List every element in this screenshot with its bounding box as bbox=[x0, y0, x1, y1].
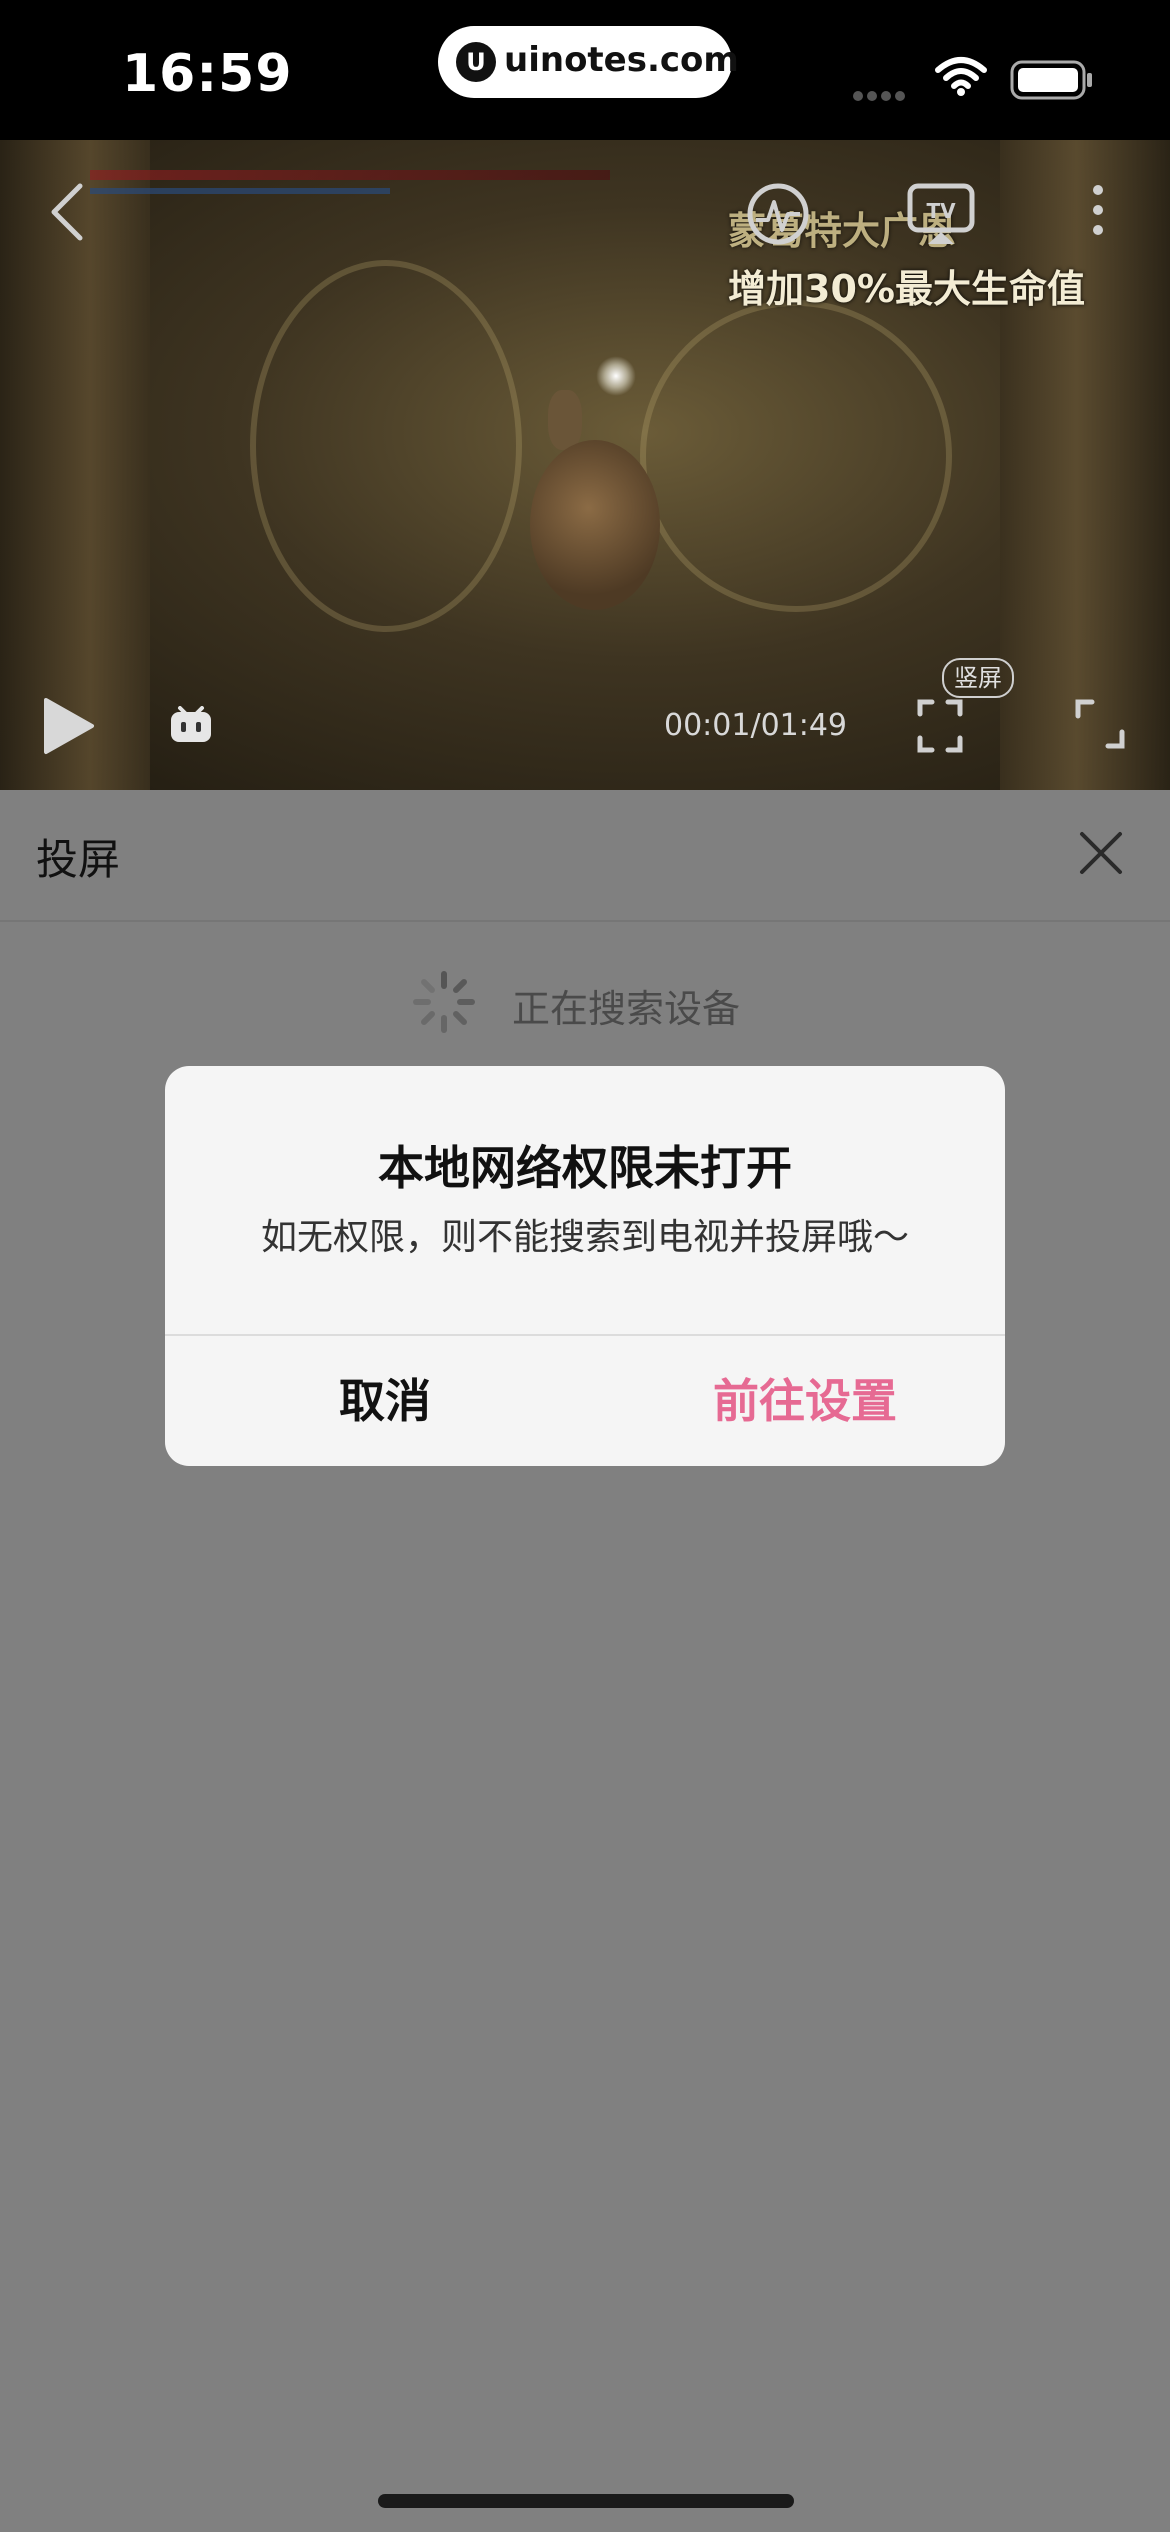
cellular-dots-icon bbox=[853, 86, 909, 105]
close-icon[interactable] bbox=[1078, 830, 1124, 876]
scene-pillar-right bbox=[1000, 140, 1170, 790]
scene-figure-head bbox=[548, 390, 582, 450]
cast-panel-header: 投屏 bbox=[0, 790, 1170, 922]
scene-wisp bbox=[250, 260, 522, 632]
danmaku-icon[interactable] bbox=[168, 706, 214, 746]
searching-text: 正在搜索设备 bbox=[512, 987, 741, 1031]
scene-wisp bbox=[640, 300, 952, 612]
game-fp-bar bbox=[90, 188, 390, 194]
home-indicator[interactable] bbox=[378, 2494, 794, 2508]
svg-text:TV: TV bbox=[926, 199, 956, 223]
status-time: 16:59 bbox=[122, 44, 293, 104]
more-icon[interactable] bbox=[1086, 180, 1110, 244]
video-time: 00:01/01:49 bbox=[664, 708, 848, 743]
dialog-title: 本地网络权限未打开 bbox=[378, 1141, 792, 1195]
url-pill[interactable]: U uinotes.com bbox=[438, 26, 739, 98]
video-overlay-text: 增加30%最大生命值 bbox=[728, 267, 1085, 311]
spinner-icon bbox=[413, 971, 475, 1033]
back-icon[interactable] bbox=[44, 180, 88, 244]
wifi-icon bbox=[935, 57, 987, 96]
battery-icon bbox=[1010, 60, 1092, 100]
cancel-button[interactable]: 取消 bbox=[165, 1336, 605, 1466]
cast-panel-title: 投屏 bbox=[36, 835, 121, 884]
status-bar: 16:59 U uinotes.com bbox=[0, 0, 1170, 140]
fullscreen-icon[interactable] bbox=[1074, 698, 1126, 750]
go-to-settings-button[interactable]: 前往设置 bbox=[605, 1336, 1005, 1466]
scene-figure-shell bbox=[530, 440, 660, 610]
game-hp-bar bbox=[90, 170, 610, 180]
portrait-mode-button[interactable]: 竖屏 bbox=[942, 658, 1014, 698]
screenshot-icon[interactable] bbox=[916, 698, 964, 754]
dialog-message: 如无权限，则不能搜索到电视并投屏哦～ bbox=[260, 1217, 909, 1258]
video-player[interactable]: 蒙葛特大广恩 增加30%最大生命值 TV 00:01/01:49 竖屏 bbox=[0, 140, 1170, 790]
site-logo-icon: U bbox=[456, 42, 496, 82]
tv-cast-icon[interactable]: TV bbox=[906, 182, 976, 246]
scene-glow bbox=[596, 356, 636, 396]
pulse-icon[interactable] bbox=[744, 180, 812, 248]
play-icon[interactable] bbox=[40, 696, 96, 756]
url-text: uinotes.com bbox=[504, 40, 739, 80]
permission-dialog: 本地网络权限未打开 如无权限，则不能搜索到电视并投屏哦～ 取消 前往设置 bbox=[165, 1066, 1005, 1466]
